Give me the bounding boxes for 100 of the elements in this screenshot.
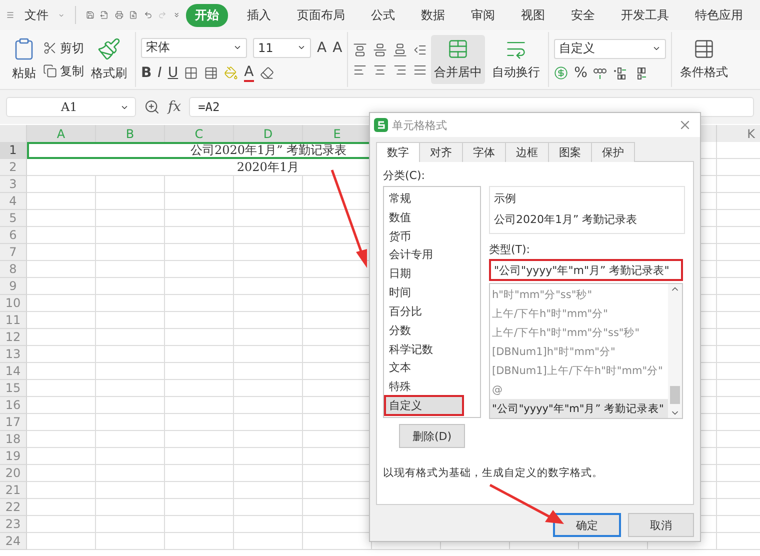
menu-tab[interactable]: 特色应用 <box>686 4 752 26</box>
table-cell[interactable] <box>96 346 165 363</box>
select-all-corner[interactable] <box>0 125 27 143</box>
type-item[interactable]: 上午/下午h"时"mm"分"ss"秒" <box>490 323 668 342</box>
table-cell[interactable] <box>234 431 303 448</box>
table-cell[interactable] <box>96 244 165 261</box>
table-cell[interactable] <box>234 329 303 346</box>
column-header[interactable]: K <box>717 125 760 143</box>
table-cell[interactable] <box>234 193 303 210</box>
table-cell[interactable] <box>27 193 96 210</box>
borders-icon[interactable] <box>184 66 198 80</box>
table-cell[interactable] <box>234 448 303 465</box>
table-cell[interactable] <box>165 363 234 380</box>
table-cell[interactable] <box>27 448 96 465</box>
table-cell[interactable] <box>96 278 165 295</box>
name-box[interactable]: A1 <box>6 97 136 117</box>
table-cell[interactable] <box>165 516 234 533</box>
align-middle-icon[interactable] <box>373 42 388 56</box>
print-icon[interactable] <box>114 8 124 22</box>
table-cell[interactable] <box>96 499 165 516</box>
table-cell[interactable] <box>96 516 165 533</box>
menu-tab[interactable]: 数据 <box>412 4 454 26</box>
table-cell[interactable] <box>234 465 303 482</box>
dialog-tab[interactable]: 字体 <box>462 142 506 162</box>
dialog-tab[interactable]: 保护 <box>591 142 635 162</box>
table-cell[interactable] <box>27 431 96 448</box>
grow-font-button[interactable]: A <box>317 40 327 56</box>
table-cell[interactable] <box>234 261 303 278</box>
print-preview-icon[interactable] <box>129 8 138 22</box>
underline-button[interactable]: U <box>168 64 178 80</box>
table-cell[interactable] <box>234 227 303 244</box>
increase-decimal-icon[interactable] <box>613 66 628 80</box>
table-cell[interactable] <box>96 414 165 431</box>
table-cell[interactable] <box>27 176 96 193</box>
export-icon[interactable] <box>100 8 109 22</box>
number-format-select[interactable]: 自定义 <box>554 38 666 58</box>
table-cell[interactable] <box>27 329 96 346</box>
category-item[interactable]: 特殊 <box>385 377 479 396</box>
table-cell[interactable] <box>96 431 165 448</box>
table-cell[interactable] <box>165 261 234 278</box>
align-bottom-icon[interactable] <box>393 42 408 56</box>
paste-button[interactable]: 粘贴 <box>9 34 39 85</box>
table-cell[interactable] <box>165 244 234 261</box>
table-cell[interactable] <box>234 482 303 499</box>
category-item[interactable]: 科学记数 <box>385 340 479 358</box>
table-cell[interactable] <box>234 278 303 295</box>
table-cell[interactable] <box>27 261 96 278</box>
table-cell[interactable] <box>165 397 234 414</box>
ok-button[interactable]: 确定 <box>553 513 621 537</box>
cancel-button[interactable]: 取消 <box>628 513 694 537</box>
dialog-tab[interactable]: 对齐 <box>419 142 463 162</box>
table-cell[interactable] <box>96 193 165 210</box>
table-cell[interactable] <box>165 499 234 516</box>
menu-tab[interactable]: 审阅 <box>462 4 504 26</box>
table-cell[interactable] <box>96 482 165 499</box>
table-cell[interactable] <box>27 516 96 533</box>
table-cell[interactable] <box>234 499 303 516</box>
table-cell[interactable] <box>165 278 234 295</box>
table-cell[interactable] <box>96 210 165 227</box>
table-cell[interactable] <box>165 329 234 346</box>
bold-button[interactable]: B <box>141 64 152 80</box>
table-cell[interactable] <box>165 448 234 465</box>
percent-button[interactable]: % <box>574 64 588 80</box>
scrollbar[interactable] <box>668 284 682 418</box>
category-item[interactable]: 数值 <box>385 208 479 227</box>
menu-tab[interactable]: 安全 <box>562 4 604 26</box>
menu-tab[interactable]: 页面布局 <box>288 4 354 26</box>
table-cell[interactable] <box>234 380 303 397</box>
close-icon[interactable] <box>678 118 692 132</box>
scrollbar-thumb[interactable] <box>670 386 680 404</box>
table-cell[interactable] <box>27 482 96 499</box>
align-left-icon[interactable] <box>353 62 368 76</box>
table-cell[interactable] <box>27 210 96 227</box>
table-cell[interactable] <box>165 176 234 193</box>
table-cell[interactable] <box>96 261 165 278</box>
table-cell[interactable] <box>165 431 234 448</box>
italic-button[interactable]: I <box>158 64 162 80</box>
table-cell[interactable] <box>165 193 234 210</box>
table-cell[interactable] <box>165 295 234 312</box>
table-cell[interactable] <box>234 363 303 380</box>
table-cell[interactable] <box>27 499 96 516</box>
table-cell[interactable] <box>234 414 303 431</box>
table-cell[interactable] <box>27 295 96 312</box>
merge-center-button[interactable]: 合并居中 <box>431 35 486 84</box>
category-item[interactable]: 分数 <box>385 320 479 340</box>
table-cell[interactable] <box>96 227 165 244</box>
table-cell[interactable] <box>165 533 234 550</box>
type-item[interactable]: [DBNum1]h"时"mm"分" <box>490 342 668 361</box>
category-item[interactable]: 货币 <box>385 226 479 246</box>
dialog-tab[interactable]: 图案 <box>548 142 592 162</box>
category-item[interactable]: 时间 <box>385 283 479 302</box>
align-right-icon[interactable] <box>393 62 408 76</box>
table-cell[interactable] <box>27 227 96 244</box>
justify-icon[interactable] <box>413 62 428 76</box>
table-cell[interactable] <box>234 346 303 363</box>
table-cell[interactable] <box>96 312 165 329</box>
type-field[interactable]: "公司"yyyy"年"m"月” 考勤记录表" <box>489 259 683 281</box>
table-cell[interactable] <box>27 346 96 363</box>
table-cell[interactable] <box>165 482 234 499</box>
table-cell[interactable] <box>234 397 303 414</box>
